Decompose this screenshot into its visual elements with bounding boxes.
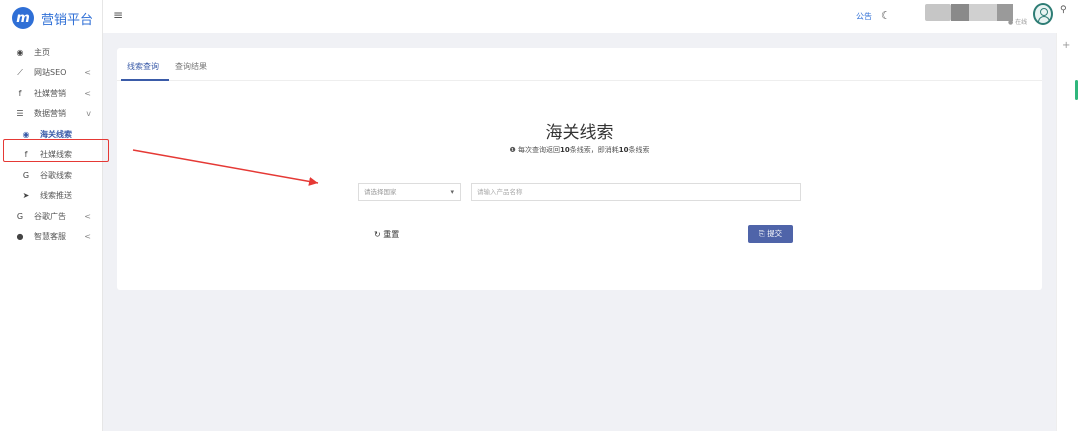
hint-count: 10 [618, 146, 629, 154]
scroll-indicator[interactable] [1075, 80, 1078, 100]
chevron-down-icon: v [86, 109, 91, 119]
reset-button[interactable]: ↻ 重置 [374, 229, 399, 240]
sidebar-item-label: 数据营销 [34, 109, 66, 119]
online-status: ● 在线 [1008, 19, 1028, 26]
sidebar: m 营销平台 ◉ 主页 ⟋ 网站SEO < f 社媒营销 < ☰ 数据营销 v [0, 0, 103, 431]
google-icon: G [16, 211, 24, 221]
caret-down-icon: ▾ [450, 188, 454, 196]
logo-icon: m [12, 7, 34, 29]
menu-toggle-icon[interactable]: ≡ [113, 8, 123, 22]
database-icon: ☰ [16, 109, 24, 119]
hint-text: 每次查询返回 [518, 146, 560, 154]
sidebar-subitem-google-leads[interactable]: G 谷歌线索 [0, 165, 102, 186]
topbar: ≡ 公告 ☾ ● 在线 ⚲ [103, 0, 1080, 33]
chevron-left-icon: < [84, 68, 91, 78]
avatar[interactable] [1033, 3, 1053, 25]
app-root: m 营销平台 ◉ 主页 ⟋ 网站SEO < f 社媒营销 < ☰ 数据营销 v [0, 0, 1080, 431]
facebook-icon: f [18, 88, 22, 98]
product-input-placeholder: 请输入产品名称 [477, 188, 523, 196]
hint-text: 条线索 [628, 146, 650, 154]
sidebar-item-home[interactable]: ◉ 主页 [0, 42, 102, 63]
submit-button[interactable]: ⎘ 提交 [748, 225, 793, 243]
sidebar-item-label: 谷歌广告 [34, 211, 66, 221]
sidebar-item-seo[interactable]: ⟋ 网站SEO < [0, 63, 102, 84]
sidebar-item-label: 谷歌线索 [40, 170, 72, 180]
sidebar-item-label: 社媒线索 [40, 150, 72, 160]
redacted-user-info [951, 4, 969, 21]
dashboard-icon: ◉ [16, 47, 24, 57]
chevron-left-icon: < [84, 232, 91, 242]
sidebar-subitem-customs-leads[interactable]: ◉ 海关线索 [0, 124, 102, 145]
sidebar-menu: ◉ 主页 ⟋ 网站SEO < f 社媒营销 < ☰ 数据营销 v ◉ 海关线索 [0, 42, 102, 247]
chevron-left-icon: < [84, 211, 91, 221]
reset-label: 重置 [383, 230, 400, 239]
notice-link[interactable]: 公告 [856, 11, 872, 22]
chevron-left-icon: < [84, 88, 91, 98]
submit-label: 提交 [767, 229, 783, 238]
hint-count: 10 [560, 146, 570, 154]
tab-query-results[interactable]: 查询结果 [175, 61, 207, 72]
moon-icon[interactable]: ☾ [881, 9, 891, 22]
logo[interactable]: m 营销平台 [0, 0, 102, 36]
wechat-icon: ● [16, 232, 24, 242]
sidebar-item-label: 智慧客服 [34, 232, 66, 242]
hint-text: 条线索，即消耗 [569, 146, 619, 154]
sidebar-item-label: 社媒营销 [34, 88, 66, 98]
sidebar-subitem-lead-push[interactable]: ➤ 线索推送 [0, 186, 102, 207]
page-title: 海关线索 [545, 123, 614, 143]
sidebar-item-label: 主页 [34, 47, 50, 57]
query-hint: ❶ 每次查询返回10条线索，即消耗10条线索 [117, 145, 1042, 155]
tab-bar: 线索查询 查询结果 [117, 48, 1042, 81]
facebook-icon: f [24, 150, 28, 160]
google-icon: G [22, 170, 30, 180]
sidebar-item-google-ads[interactable]: G 谷歌广告 < [0, 206, 102, 227]
sidebar-item-label: 海关线索 [40, 129, 72, 139]
refresh-icon: ↻ [374, 230, 381, 239]
redacted-user-info [969, 4, 997, 21]
country-select-placeholder: 请选择国家 [364, 188, 397, 196]
sidebar-subitem-social-leads[interactable]: f 社媒线索 [0, 145, 102, 166]
sidebar-item-social-marketing[interactable]: f 社媒营销 < [0, 83, 102, 104]
globe-icon: ◉ [22, 129, 30, 139]
plus-icon[interactable]: + [1062, 40, 1070, 51]
sidebar-item-smart-service[interactable]: ● 智慧客服 < [0, 227, 102, 248]
tab-lead-query[interactable]: 线索查询 [127, 61, 159, 72]
sidebar-item-data-marketing[interactable]: ☰ 数据营销 v [0, 104, 102, 125]
app-title: 营销平台 [41, 12, 94, 28]
query-card: 线索查询 查询结果 海关线索 ❶ 每次查询返回10条线索，即消耗10条线索 请选… [117, 48, 1042, 290]
save-icon: ⎘ [758, 229, 765, 238]
sidebar-item-label: 网站SEO [34, 68, 67, 78]
chart-line-icon: ⟋ [17, 67, 23, 77]
send-icon: ➤ [22, 191, 30, 201]
sidebar-item-label: 线索推送 [40, 191, 72, 201]
country-select[interactable]: 请选择国家 ▾ [358, 183, 461, 201]
product-name-input[interactable]: 请输入产品名称 [471, 183, 801, 201]
search-icon[interactable]: ⚲ [1060, 5, 1067, 15]
info-icon: ❶ [509, 146, 516, 154]
active-tab-indicator [121, 79, 169, 81]
redacted-user-info [925, 4, 951, 21]
